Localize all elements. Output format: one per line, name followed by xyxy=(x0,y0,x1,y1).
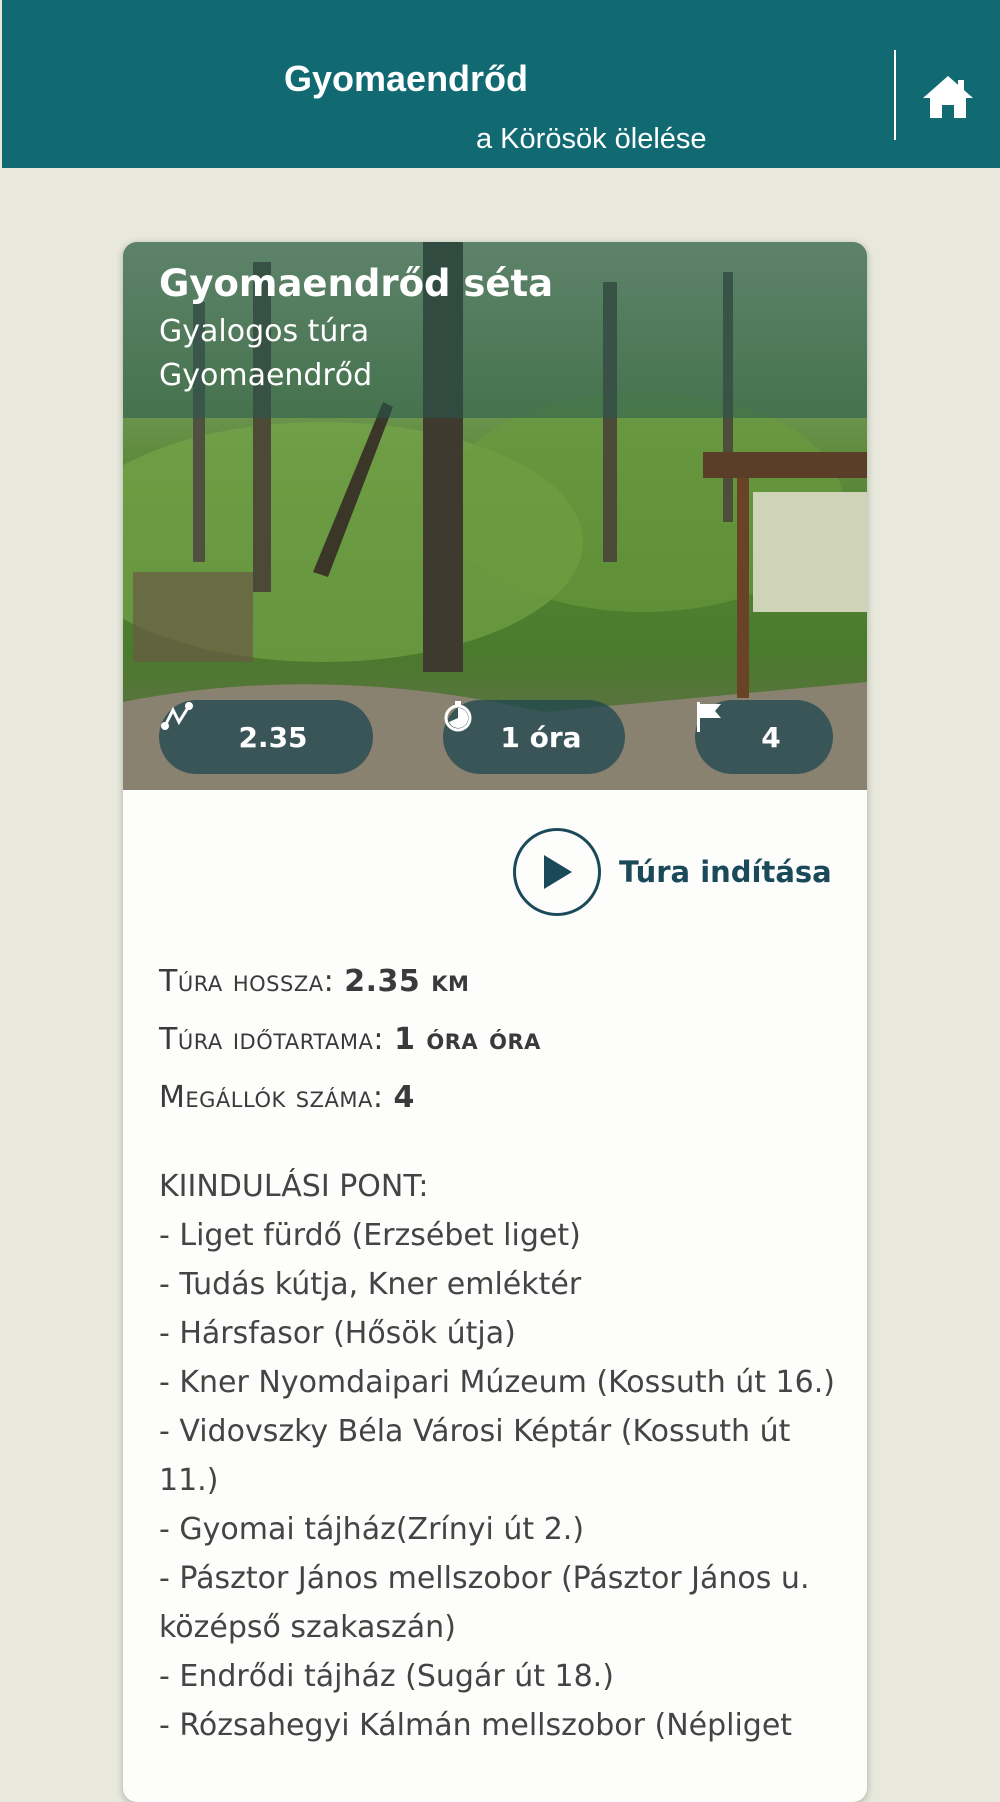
duration-badge: 1 óra xyxy=(443,700,625,774)
distance-badge: 2.35 xyxy=(159,700,373,774)
stops-badge: 4 xyxy=(695,700,833,774)
tour-length-label: Túra hossza: xyxy=(159,964,335,999)
tour-length-row: Túra hossza: 2.35 km xyxy=(159,964,469,999)
app-title: Gyomaendrőd xyxy=(284,58,529,99)
list-item: - Rózsahegyi Kálmán mellszobor (Népliget xyxy=(159,1708,793,1743)
list-item: - Liget fürdő (Erzsébet liget) xyxy=(159,1218,581,1253)
tour-length-value: 2.35 km xyxy=(344,964,470,999)
tour-type: Gyalogos túra xyxy=(159,314,370,349)
list-item: - Pásztor János mellszobor (Pásztor Jáno… xyxy=(159,1561,810,1645)
tour-duration-label: Túra időtartama: xyxy=(159,1022,385,1057)
list-item: - Hársfasor (Hősök útja) xyxy=(159,1316,516,1351)
tour-duration-row: Túra időtartama: 1 óra óra xyxy=(159,1022,541,1057)
distance-value: 2.35 xyxy=(238,720,308,754)
start-tour-button[interactable]: Túra indítása xyxy=(513,824,833,920)
list-item: - Tudás kútja, Kner emléktér xyxy=(159,1267,582,1302)
tour-card: Gyomaendrőd séta Gyalogos túra Gyomaendr… xyxy=(123,242,867,1802)
tour-stops-row: Megállók száma: 4 xyxy=(159,1080,415,1115)
description-heading: KIINDULÁSI PONT: xyxy=(159,1169,429,1204)
tour-hero-image: Gyomaendrőd séta Gyalogos túra Gyomaendr… xyxy=(123,242,867,790)
tour-title: Gyomaendrőd séta xyxy=(159,262,554,305)
start-tour-label: Túra indítása xyxy=(619,855,832,889)
list-item: - Endrődi tájház (Sugár út 18.) xyxy=(159,1659,614,1694)
tour-stops-value: 4 xyxy=(393,1080,415,1115)
tour-stops-label: Megállók száma: xyxy=(159,1080,384,1115)
header-divider xyxy=(894,50,896,140)
duration-value: 1 óra xyxy=(500,720,582,754)
tour-description: KIINDULÁSI PONT: - Liget fürdő (Erzsébet… xyxy=(159,1162,839,1750)
tour-location: Gyomaendrőd xyxy=(159,358,373,393)
tour-duration-value: 1 óra óra xyxy=(394,1022,541,1057)
list-item: - Vidovszky Béla Városi Képtár (Kossuth … xyxy=(159,1414,791,1498)
stops-value: 4 xyxy=(761,720,781,754)
list-item: - Kner Nyomdaipari Múzeum (Kossuth út 16… xyxy=(159,1365,835,1400)
list-item: - Gyomai tájház(Zrínyi út 2.) xyxy=(159,1512,585,1547)
play-icon xyxy=(513,828,601,916)
home-icon[interactable] xyxy=(920,72,976,122)
app-subtitle: a Körösök ölelése xyxy=(476,123,707,155)
app-header: Gyomaendrőd a Körösök ölelése xyxy=(2,0,1000,168)
